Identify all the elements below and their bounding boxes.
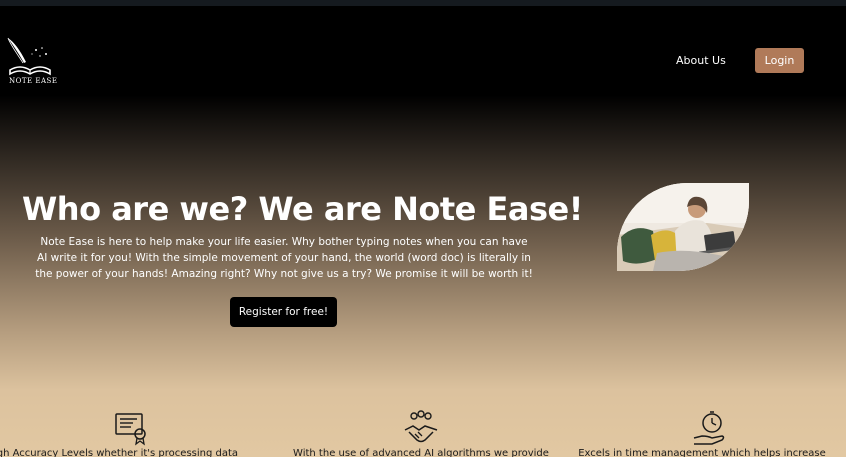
logo-text: NOTE EASE bbox=[9, 77, 58, 85]
hero-description: Note Ease is here to help make your life… bbox=[35, 236, 533, 280]
handshake-icon bbox=[404, 410, 438, 443]
certificate-icon bbox=[115, 413, 146, 446]
feature-text: Excels in time management which helps in… bbox=[578, 448, 826, 457]
login-button[interactable]: Login bbox=[755, 48, 804, 73]
feature-text: With the use of advanced AI algorithms w… bbox=[293, 448, 549, 457]
stopwatch-hand-icon bbox=[693, 411, 725, 445]
hero-image bbox=[617, 183, 749, 271]
nav-about-us-link[interactable]: About Us bbox=[676, 54, 726, 67]
top-bar bbox=[0, 0, 846, 6]
feature-text: igh Accuracy Levels whether it's process… bbox=[0, 448, 239, 457]
register-button[interactable]: Register for free! bbox=[230, 297, 337, 327]
hero-title: Who are we? We are Note Ease! bbox=[22, 190, 583, 228]
